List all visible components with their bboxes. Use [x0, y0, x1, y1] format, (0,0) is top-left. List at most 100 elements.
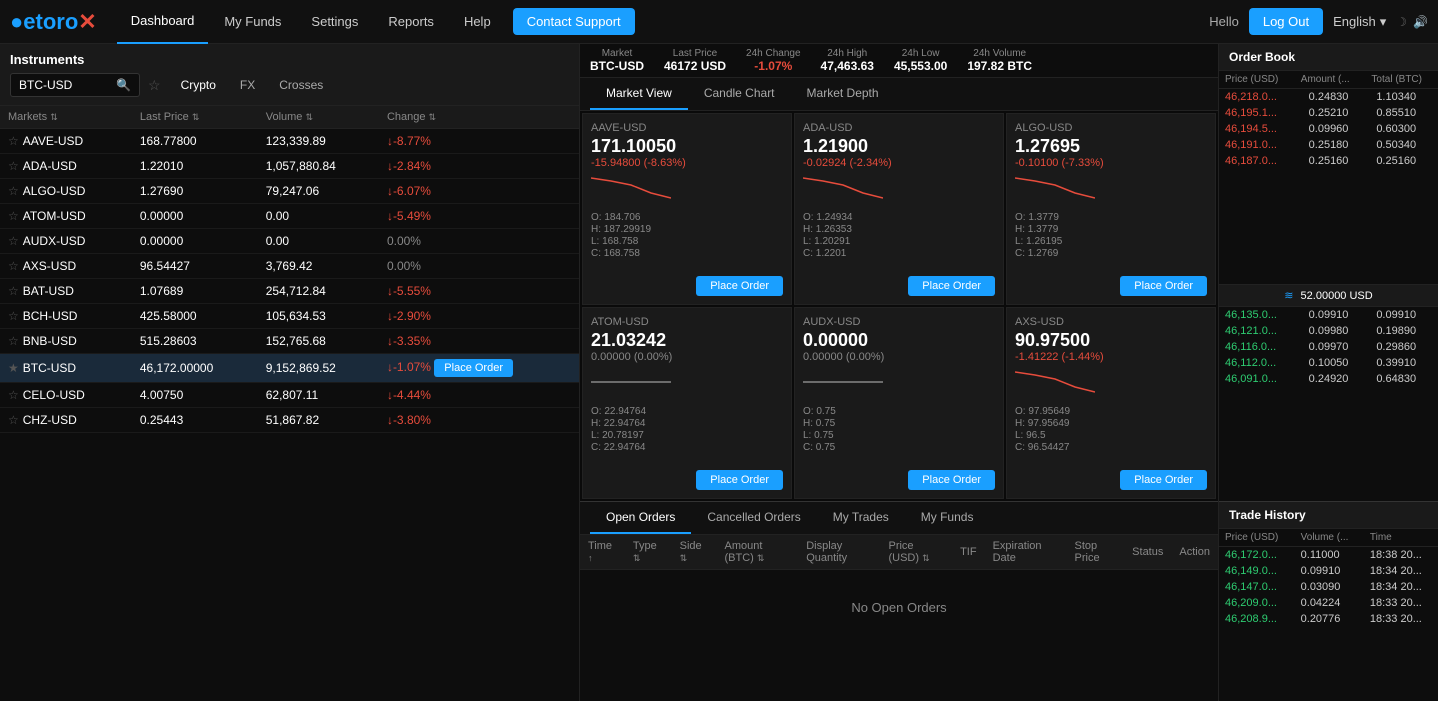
favorite-star-icon[interactable]: ☆: [8, 284, 19, 298]
instrument-volume: 105,634.53: [258, 304, 379, 329]
order-book-bids: 46,135.0... 0.09910 0.09910 46,121.0... …: [1219, 307, 1438, 502]
tab-my-trades[interactable]: My Trades: [817, 502, 905, 534]
contact-support-button[interactable]: Contact Support: [513, 8, 635, 35]
bid-row[interactable]: 46,091.0... 0.24920 0.64830: [1219, 371, 1438, 387]
card-place-order-button[interactable]: Place Order: [908, 276, 995, 296]
instrument-price: 0.00000: [132, 204, 258, 229]
trade-row: 46,208.9... 0.20776 18:33 20...: [1219, 611, 1438, 627]
book-col-price: Price (USD): [1219, 71, 1295, 89]
book-col-total: Total (BTC): [1365, 71, 1438, 89]
instruments-table-wrap: Markets ⇅ Last Price ⇅ Volume ⇅ Change ⇅…: [0, 106, 579, 701]
tab-crypto[interactable]: Crypto: [169, 74, 228, 96]
favorite-star-icon[interactable]: ☆: [8, 209, 19, 223]
col-markets[interactable]: Markets ⇅: [0, 106, 132, 129]
header-right: Hello Log Out English ▾ ☽ 🔊: [1209, 8, 1428, 35]
ask-row[interactable]: 46,187.0... 0.25160 0.25160: [1219, 153, 1438, 169]
nav-my-funds[interactable]: My Funds: [210, 0, 295, 44]
favorite-star-icon[interactable]: ☆: [8, 413, 19, 427]
col-amount[interactable]: Amount (BTC) ⇅: [717, 535, 799, 570]
ticker-last-price: Last Price 46172 USD: [664, 48, 726, 73]
logout-button[interactable]: Log Out: [1249, 8, 1323, 35]
main-layout: Instruments BTC-USD 🔍 ☆ Crypto FX Crosse…: [0, 44, 1438, 701]
trade-price: 46,147.0...: [1219, 579, 1295, 595]
ticker-high: 24h High 47,463.63: [821, 48, 874, 73]
favorite-star-icon[interactable]: ★: [8, 361, 19, 375]
tab-cancelled-orders[interactable]: Cancelled Orders: [691, 502, 816, 534]
instrument-row[interactable]: ☆BCH-USD 425.58000 105,634.53 ↓-2.90%: [0, 304, 579, 329]
bid-row[interactable]: 46,116.0... 0.09970 0.29860: [1219, 339, 1438, 355]
no-orders-message: No Open Orders: [580, 570, 1218, 645]
instrument-row[interactable]: ★BTC-USD 46,172.00000 9,152,869.52 ↓-1.0…: [0, 354, 579, 383]
tab-crosses[interactable]: Crosses: [267, 74, 335, 96]
tab-market-depth[interactable]: Market Depth: [791, 78, 895, 110]
favorite-star-icon[interactable]: ☆: [8, 259, 19, 273]
tab-fx[interactable]: FX: [228, 74, 267, 96]
ask-row[interactable]: 46,191.0... 0.25180 0.50340: [1219, 137, 1438, 153]
nav-reports[interactable]: Reports: [374, 0, 448, 44]
bid-row[interactable]: 46,135.0... 0.09910 0.09910: [1219, 307, 1438, 323]
ask-row[interactable]: 46,195.1... 0.25210 0.85510: [1219, 105, 1438, 121]
instrument-row[interactable]: ☆BNB-USD 515.28603 152,765.68 ↓-3.35%: [0, 329, 579, 354]
mini-chart: [591, 367, 783, 402]
nav-dashboard[interactable]: Dashboard: [117, 0, 209, 44]
bid-row[interactable]: 46,112.0... 0.10050 0.39910: [1219, 355, 1438, 371]
favorite-star-icon[interactable]: ☆: [8, 388, 19, 402]
place-order-button[interactable]: Place Order: [434, 359, 513, 377]
tab-candle-chart[interactable]: Candle Chart: [688, 78, 791, 110]
instrument-row[interactable]: ☆AXS-USD 96.54427 3,769.42 0.00%: [0, 254, 579, 279]
favorite-star-icon[interactable]: ☆: [8, 234, 19, 248]
instruments-search[interactable]: BTC-USD 🔍: [10, 73, 140, 97]
instrument-row[interactable]: ☆AUDX-USD 0.00000 0.00 0.00%: [0, 229, 579, 254]
col-change[interactable]: Change ⇅: [379, 106, 579, 129]
ask-row[interactable]: 46,194.5... 0.09960 0.60300: [1219, 121, 1438, 137]
card-place-order-button[interactable]: Place Order: [696, 276, 783, 296]
tab-my-funds[interactable]: My Funds: [905, 502, 990, 534]
nav-settings[interactable]: Settings: [297, 0, 372, 44]
instrument-volume: 62,807.11: [258, 383, 379, 408]
col-volume[interactable]: Volume ⇅: [258, 106, 379, 129]
col-side[interactable]: Side ⇅: [672, 535, 717, 570]
instrument-change: ↓-2.90%: [379, 304, 579, 329]
favorite-star-icon[interactable]: ☆: [8, 309, 19, 323]
ask-row[interactable]: 46,218.0... 0.24830 1.10340: [1219, 89, 1438, 105]
instrument-row[interactable]: ☆ALGO-USD 1.27690 79,247.06 ↓-6.07%: [0, 179, 579, 204]
tab-open-orders[interactable]: Open Orders: [590, 502, 691, 534]
instrument-row[interactable]: ☆CELO-USD 4.00750 62,807.11 ↓-4.44%: [0, 383, 579, 408]
market-card: ADA-USD 1.21900 -0.02924 (-2.34%) O: 1.2…: [794, 113, 1004, 305]
instrument-change: ↓-1.07% Place Order: [379, 354, 579, 383]
instrument-price: 46,172.00000: [132, 354, 258, 383]
instrument-row[interactable]: ☆CHZ-USD 0.25443 51,867.82 ↓-3.80%: [0, 408, 579, 433]
instrument-row[interactable]: ☆BAT-USD 1.07689 254,712.84 ↓-5.55%: [0, 279, 579, 304]
nav-help[interactable]: Help: [450, 0, 505, 44]
bid-row[interactable]: 46,121.0... 0.09980 0.19890: [1219, 323, 1438, 339]
favorite-star-icon[interactable]: ☆: [8, 334, 19, 348]
card-place-order-button[interactable]: Place Order: [908, 470, 995, 490]
volume-icon[interactable]: 🔊: [1413, 15, 1428, 29]
col-price[interactable]: Price (USD) ⇅: [880, 535, 952, 570]
logo-x: ✕: [78, 9, 96, 34]
bid-price: 46,112.0...: [1219, 355, 1303, 371]
card-place-order-button[interactable]: Place Order: [1120, 470, 1207, 490]
favorites-star-icon[interactable]: ☆: [148, 77, 161, 94]
col-time[interactable]: Time ↑: [580, 535, 625, 570]
instrument-row[interactable]: ☆ATOM-USD 0.00000 0.00 ↓-5.49%: [0, 204, 579, 229]
favorite-star-icon[interactable]: ☆: [8, 184, 19, 198]
instrument-row[interactable]: ☆ADA-USD 1.22010 1,057,880.84 ↓-2.84%: [0, 154, 579, 179]
language-selector[interactable]: English ▾: [1333, 14, 1386, 30]
ticker-change-label: 24h Change: [746, 48, 801, 59]
favorite-star-icon[interactable]: ☆: [8, 134, 19, 148]
ticker-market: Market BTC-USD: [590, 48, 644, 73]
ticker-low-label: 24h Low: [902, 48, 940, 59]
col-type[interactable]: Type ⇅: [625, 535, 672, 570]
card-place-order-button[interactable]: Place Order: [1120, 276, 1207, 296]
favorite-star-icon[interactable]: ☆: [8, 159, 19, 173]
mini-chart: [803, 367, 995, 402]
instrument-row[interactable]: ☆AAVE-USD 168.77800 123,339.89 ↓-8.77%: [0, 129, 579, 154]
hello-text: Hello: [1209, 14, 1239, 29]
ask-price: 46,218.0...: [1219, 89, 1303, 105]
tab-market-view[interactable]: Market View: [590, 78, 688, 110]
card-place-order-button[interactable]: Place Order: [696, 470, 783, 490]
col-last-price[interactable]: Last Price ⇅: [132, 106, 258, 129]
moon-icon[interactable]: ☽: [1396, 15, 1407, 29]
instrument-price: 0.25443: [132, 408, 258, 433]
